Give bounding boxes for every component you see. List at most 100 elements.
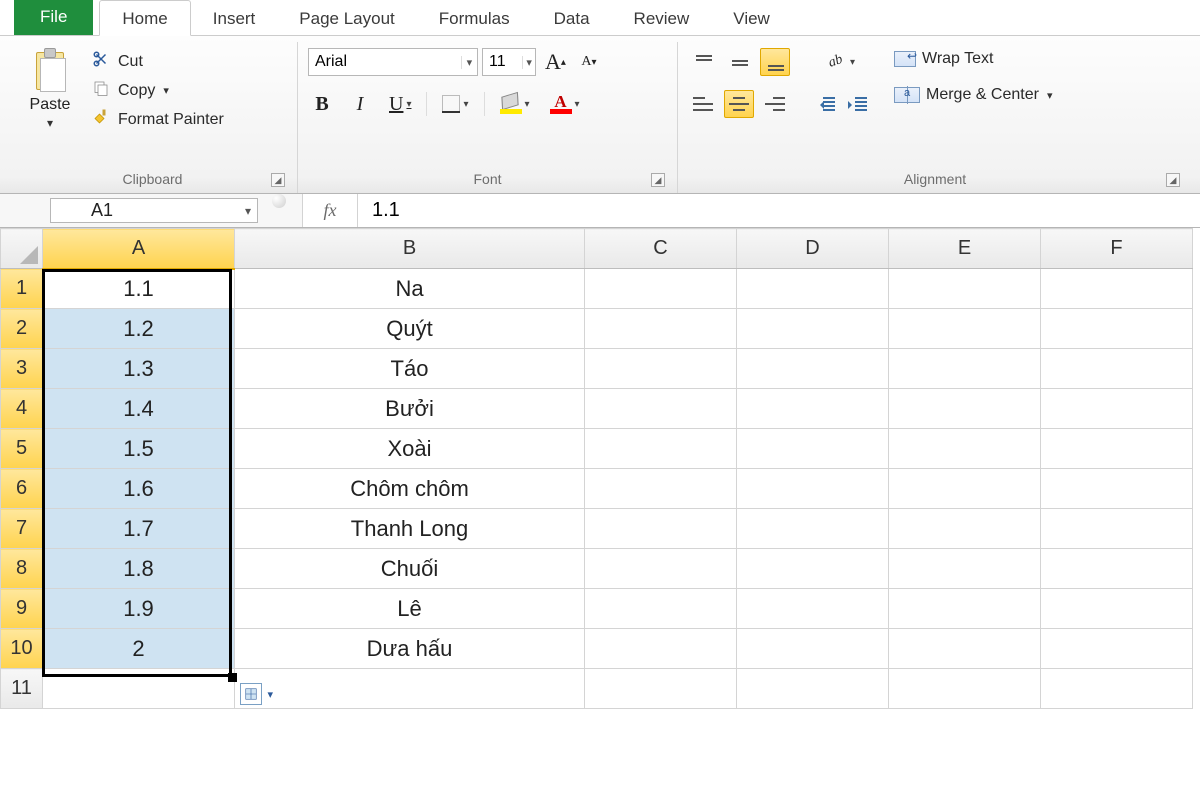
font-name-combo[interactable]: ▾ — [308, 48, 478, 76]
decrease-font-button[interactable]: A▾ — [575, 48, 603, 76]
row-header[interactable]: 11 — [1, 669, 43, 709]
cut-button[interactable]: Cut — [90, 48, 224, 75]
cell[interactable] — [585, 469, 737, 509]
tab-formulas[interactable]: Formulas — [417, 1, 532, 35]
cell[interactable]: Chuối — [235, 549, 585, 589]
wrap-text-button[interactable]: Wrap Text — [894, 48, 1052, 70]
cell[interactable] — [585, 429, 737, 469]
cell[interactable]: 1.7 — [43, 509, 235, 549]
font-color-button[interactable]: A▾ — [545, 90, 585, 118]
cell[interactable] — [585, 509, 737, 549]
italic-button[interactable]: I — [346, 90, 374, 118]
column-header-C[interactable]: C — [585, 229, 737, 269]
row-header[interactable]: 2 — [1, 309, 43, 349]
chevron-down-icon[interactable]: ▾ — [461, 56, 477, 69]
row-header[interactable]: 4 — [1, 389, 43, 429]
tab-review[interactable]: Review — [612, 1, 712, 35]
chevron-down-icon[interactable]: ▾ — [163, 84, 169, 97]
clipboard-dialog-launcher[interactable]: ◢ — [271, 173, 285, 187]
cell[interactable] — [737, 549, 889, 589]
row-header[interactable]: 6 — [1, 469, 43, 509]
cell[interactable]: 1.4 — [43, 389, 235, 429]
cell[interactable] — [43, 669, 235, 709]
font-size-input[interactable] — [483, 51, 522, 73]
cell[interactable] — [737, 589, 889, 629]
cell[interactable]: 1.2 — [43, 309, 235, 349]
insert-function-button[interactable]: fx — [302, 194, 358, 227]
cell[interactable] — [737, 349, 889, 389]
cell[interactable] — [235, 669, 585, 709]
borders-button[interactable]: ▾ — [437, 90, 473, 118]
align-center-button[interactable] — [724, 90, 754, 118]
column-header-D[interactable]: D — [737, 229, 889, 269]
cell[interactable]: 1.1 — [43, 269, 235, 309]
align-right-button[interactable] — [760, 90, 790, 118]
column-header-A[interactable]: A — [43, 229, 235, 269]
increase-font-button[interactable]: A▴ — [540, 48, 571, 76]
cell[interactable]: Na — [235, 269, 585, 309]
formula-input[interactable] — [358, 194, 1200, 227]
cell[interactable]: Lê — [235, 589, 585, 629]
cell[interactable]: 2 — [43, 629, 235, 669]
tab-page-layout[interactable]: Page Layout — [277, 1, 416, 35]
cell[interactable] — [889, 509, 1041, 549]
select-all-corner[interactable] — [1, 229, 43, 269]
cell[interactable] — [889, 589, 1041, 629]
increase-indent-button[interactable] — [844, 90, 872, 118]
row-header[interactable]: 7 — [1, 509, 43, 549]
cell[interactable] — [585, 549, 737, 589]
cell[interactable] — [1041, 269, 1193, 309]
cell[interactable]: Thanh Long — [235, 509, 585, 549]
cell[interactable]: 1.5 — [43, 429, 235, 469]
cell[interactable] — [889, 549, 1041, 589]
cell[interactable]: Dưa hấu — [235, 629, 585, 669]
cell[interactable]: 1.8 — [43, 549, 235, 589]
row-header[interactable]: 5 — [1, 429, 43, 469]
cell[interactable] — [1041, 589, 1193, 629]
cell[interactable] — [737, 389, 889, 429]
cell[interactable] — [1041, 389, 1193, 429]
column-header-F[interactable]: F — [1041, 229, 1193, 269]
orientation-button[interactable]: ab▾ — [812, 48, 872, 76]
row-header[interactable]: 10 — [1, 629, 43, 669]
row-header[interactable]: 3 — [1, 349, 43, 389]
column-header-E[interactable]: E — [889, 229, 1041, 269]
spreadsheet-grid[interactable]: A B C D E F 11.1Na21.2Quýt31.3Táo41.4Bưở… — [0, 228, 1200, 709]
chevron-down-icon[interactable]: ▾ — [1047, 89, 1053, 102]
chevron-down-icon[interactable]: ▾ — [47, 116, 53, 130]
cell[interactable] — [737, 509, 889, 549]
row-header[interactable]: 8 — [1, 549, 43, 589]
tab-view[interactable]: View — [711, 1, 792, 35]
cell[interactable] — [1041, 669, 1193, 709]
row-header[interactable]: 1 — [1, 269, 43, 309]
tab-insert[interactable]: Insert — [191, 1, 278, 35]
cell[interactable]: Quýt — [235, 309, 585, 349]
cell[interactable] — [737, 469, 889, 509]
decrease-indent-button[interactable] — [812, 90, 840, 118]
cell[interactable] — [889, 389, 1041, 429]
cell[interactable]: 1.3 — [43, 349, 235, 389]
cell[interactable] — [1041, 629, 1193, 669]
cell[interactable] — [1041, 469, 1193, 509]
tab-file[interactable]: File — [14, 0, 93, 35]
copy-button[interactable]: Copy ▾ — [90, 77, 224, 104]
format-painter-button[interactable]: Format Painter — [90, 106, 224, 133]
cell[interactable] — [889, 269, 1041, 309]
cell[interactable] — [1041, 509, 1193, 549]
cell[interactable] — [737, 429, 889, 469]
alignment-dialog-launcher[interactable]: ◢ — [1166, 173, 1180, 187]
cancel-entry-icon[interactable] — [272, 194, 286, 208]
cell[interactable]: 1.9 — [43, 589, 235, 629]
row-header[interactable]: 9 — [1, 589, 43, 629]
cell[interactable]: Chôm chôm — [235, 469, 585, 509]
column-header-B[interactable]: B — [235, 229, 585, 269]
cell[interactable] — [737, 669, 889, 709]
cell[interactable] — [1041, 349, 1193, 389]
fill-color-button[interactable]: ▾ — [495, 90, 535, 118]
cell[interactable] — [585, 309, 737, 349]
chevron-down-icon[interactable]: ▾ — [522, 56, 535, 69]
cell[interactable] — [737, 309, 889, 349]
cell[interactable] — [889, 309, 1041, 349]
cell[interactable]: Bưởi — [235, 389, 585, 429]
tab-home[interactable]: Home — [99, 0, 190, 36]
